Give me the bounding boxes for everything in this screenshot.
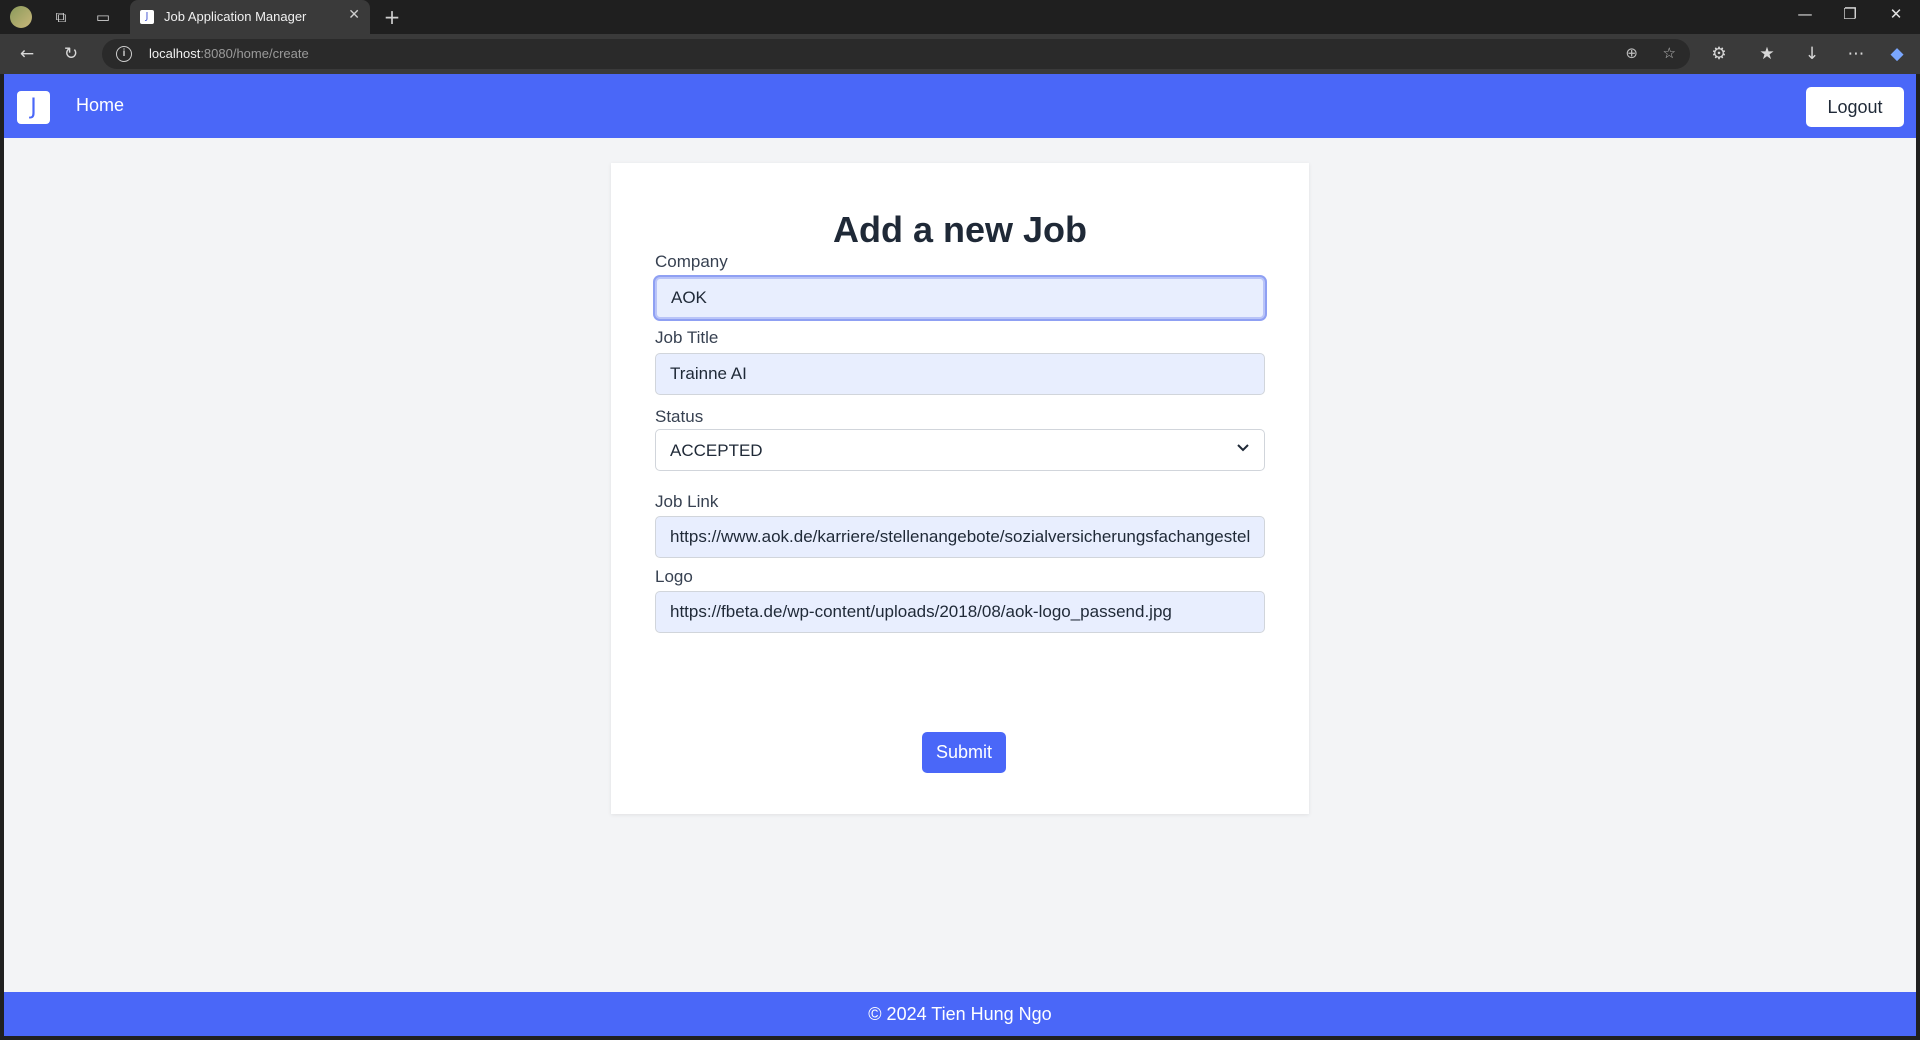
- copilot-icon[interactable]: ◆: [1886, 43, 1908, 65]
- workspaces-icon[interactable]: ⧉: [50, 6, 72, 28]
- job-title-field[interactable]: [655, 353, 1265, 395]
- status-selected-value: ACCEPTED: [670, 441, 763, 460]
- favorites-icon[interactable]: ★: [1756, 43, 1778, 65]
- url-field[interactable]: i localhost:8080/home/create ⊕ ☆: [102, 39, 1690, 69]
- page-title: Add a new Job: [832, 209, 1088, 250]
- back-icon[interactable]: ←: [16, 43, 38, 65]
- logout-button[interactable]: Logout: [1806, 87, 1904, 127]
- site-info-icon[interactable]: i: [116, 46, 132, 62]
- footer: © 2024 Tien Hung Ngo: [4, 992, 1916, 1036]
- tab-actions-icon[interactable]: ▭: [92, 6, 114, 28]
- submit-button[interactable]: Submit: [922, 732, 1006, 773]
- chevron-down-icon: [1237, 444, 1249, 452]
- job-link-field[interactable]: [655, 516, 1265, 558]
- more-menu-icon[interactable]: ⋯: [1845, 43, 1867, 65]
- restore-icon[interactable]: ❐: [1838, 5, 1862, 23]
- logo-url-field[interactable]: [655, 591, 1265, 633]
- tab-title: Job Application Manager: [164, 9, 307, 24]
- downloads-icon[interactable]: ↓: [1801, 43, 1823, 65]
- close-tab-icon[interactable]: ✕: [348, 7, 360, 23]
- favicon-icon: J: [140, 10, 154, 24]
- company-label: Company: [655, 252, 728, 271]
- company-field[interactable]: [655, 277, 1265, 319]
- minimize-icon[interactable]: —: [1793, 5, 1817, 23]
- add-job-form: Add a new Job Company Job Title Status A…: [611, 163, 1309, 814]
- refresh-icon[interactable]: ↻: [60, 43, 82, 65]
- browser-tab[interactable]: J Job Application Manager ✕: [130, 0, 370, 34]
- logo-label: Logo: [655, 567, 693, 586]
- job-title-label: Job Title: [655, 328, 719, 347]
- close-window-icon[interactable]: ✕: [1884, 5, 1908, 23]
- navbar: J Home Logout: [4, 74, 1916, 138]
- browser-address-bar: ← ↻ i localhost:8080/home/create ⊕ ☆ ⚙ ★…: [0, 34, 1920, 74]
- nav-home-link[interactable]: Home: [76, 95, 124, 116]
- extensions-icon[interactable]: ⚙: [1708, 43, 1730, 65]
- status-select[interactable]: ACCEPTED: [655, 429, 1265, 471]
- browser-tab-bar: ⧉ ▭ J Job Application Manager ✕ + — ❐ ✕: [0, 0, 1920, 34]
- new-tab-icon[interactable]: +: [381, 5, 403, 29]
- url-text: localhost:8080/home/create: [149, 46, 309, 61]
- profile-avatar-icon[interactable]: [10, 6, 32, 28]
- zoom-icon[interactable]: ⊕: [1625, 44, 1638, 62]
- brand-logo[interactable]: J: [17, 91, 50, 124]
- job-link-label: Job Link: [655, 492, 719, 511]
- page-viewport: J Home Logout Add a new Job Company Job …: [4, 74, 1916, 1036]
- favorite-star-icon[interactable]: ☆: [1663, 44, 1676, 62]
- status-label: Status: [655, 407, 704, 426]
